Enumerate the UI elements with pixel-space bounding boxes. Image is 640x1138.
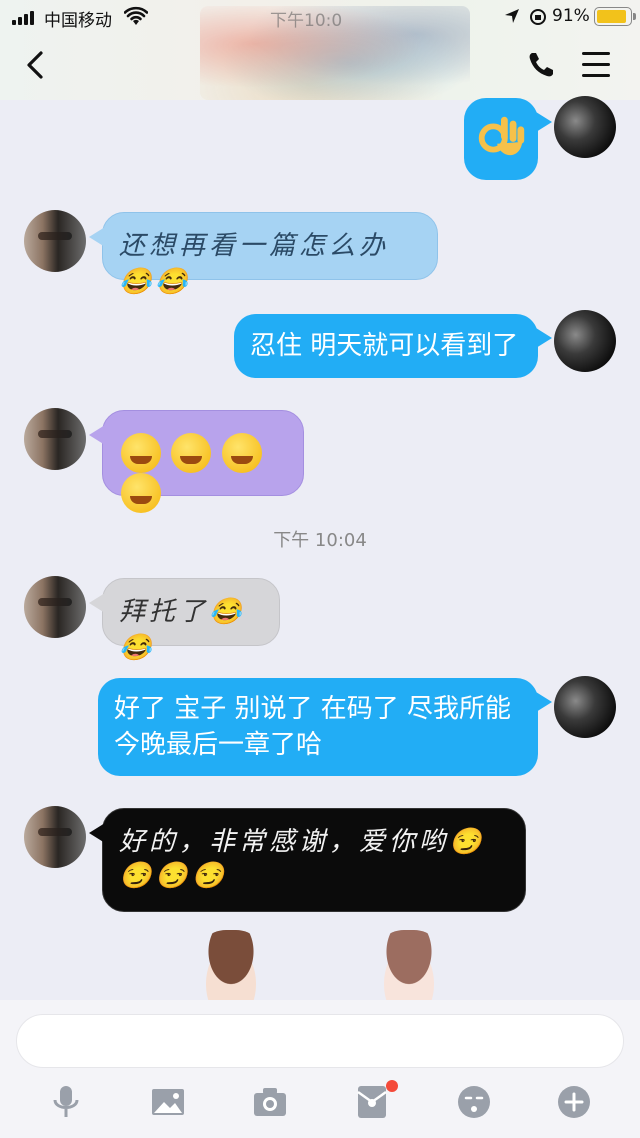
message-text: 还想再看一篇怎么办😂😂 bbox=[119, 231, 390, 297]
girl-character bbox=[374, 930, 444, 1002]
carrier-label: 中国移动 bbox=[44, 11, 112, 31]
message-bubble[interactable]: 还想再看一篇怎么办😂😂 bbox=[89, 212, 438, 297]
battery-percent: 91% bbox=[552, 6, 590, 26]
message-bubble[interactable]: 拜托了😂😂 bbox=[89, 578, 280, 663]
boy-character bbox=[196, 930, 266, 1002]
phone-icon[interactable] bbox=[526, 50, 556, 80]
pleading-face-icon bbox=[171, 433, 212, 473]
message-bubble[interactable]: 好的，非常感谢，爱你哟😏😏😏😏 bbox=[89, 808, 526, 912]
avatar-self[interactable] bbox=[554, 676, 616, 738]
title-bar: 中国移动 下午10:0 91% bbox=[0, 0, 640, 100]
message-bubble[interactable]: 🥺🥺🥺🥺 bbox=[89, 410, 304, 513]
location-icon bbox=[505, 9, 519, 23]
emoji-icon[interactable] bbox=[454, 1082, 494, 1122]
clock: 下午10:0 bbox=[270, 11, 343, 31]
battery-icon bbox=[594, 7, 636, 26]
notification-dot bbox=[386, 1080, 398, 1092]
red-packet-button[interactable] bbox=[352, 1080, 398, 1122]
pleading-face-icon bbox=[121, 433, 161, 473]
avatar-other[interactable] bbox=[24, 576, 86, 638]
avatar-self[interactable] bbox=[554, 96, 616, 158]
pleading-face-icon bbox=[121, 473, 161, 513]
avatar-self[interactable] bbox=[554, 310, 616, 372]
timestamp: 下午 10:04 bbox=[273, 530, 367, 551]
pleading-face-icon bbox=[221, 433, 262, 473]
message-bubble[interactable]: 好了 宝子 别说了 在码了 尽我所能今晚最后一章了哈 bbox=[98, 678, 552, 776]
message-text: 好了 宝子 别说了 在码了 尽我所能今晚最后一章了哈 bbox=[114, 694, 512, 760]
chat-background-characters bbox=[0, 930, 640, 1002]
message-text: 忍住 明天就可以看到了 bbox=[250, 331, 519, 361]
signal-icon bbox=[12, 11, 36, 25]
message-text: 好的，非常感谢，爱你哟😏😏😏😏 bbox=[119, 827, 486, 891]
message-bubble[interactable]: 忍住 明天就可以看到了 bbox=[234, 314, 552, 378]
rotation-lock-icon bbox=[530, 9, 546, 25]
avatar-other[interactable] bbox=[24, 210, 86, 272]
wifi-icon bbox=[124, 6, 148, 25]
message-bubble-sticker[interactable] bbox=[464, 98, 552, 180]
microphone-icon[interactable] bbox=[46, 1082, 86, 1122]
message-input[interactable] bbox=[16, 1014, 624, 1068]
plus-icon[interactable] bbox=[554, 1082, 594, 1122]
ok-hand-icon bbox=[478, 116, 525, 156]
input-bar bbox=[0, 1000, 640, 1138]
pleading-emoji-row bbox=[119, 433, 303, 513]
camera-icon[interactable] bbox=[250, 1082, 290, 1122]
menu-icon[interactable] bbox=[582, 52, 610, 78]
status-bar: 中国移动 下午10:0 91% bbox=[0, 0, 640, 34]
avatar-other[interactable] bbox=[24, 806, 86, 868]
avatar-other[interactable] bbox=[24, 408, 86, 470]
message-text: 拜托了😂😂 bbox=[119, 597, 246, 663]
image-icon[interactable] bbox=[148, 1082, 188, 1122]
back-chevron-icon[interactable] bbox=[22, 50, 48, 80]
